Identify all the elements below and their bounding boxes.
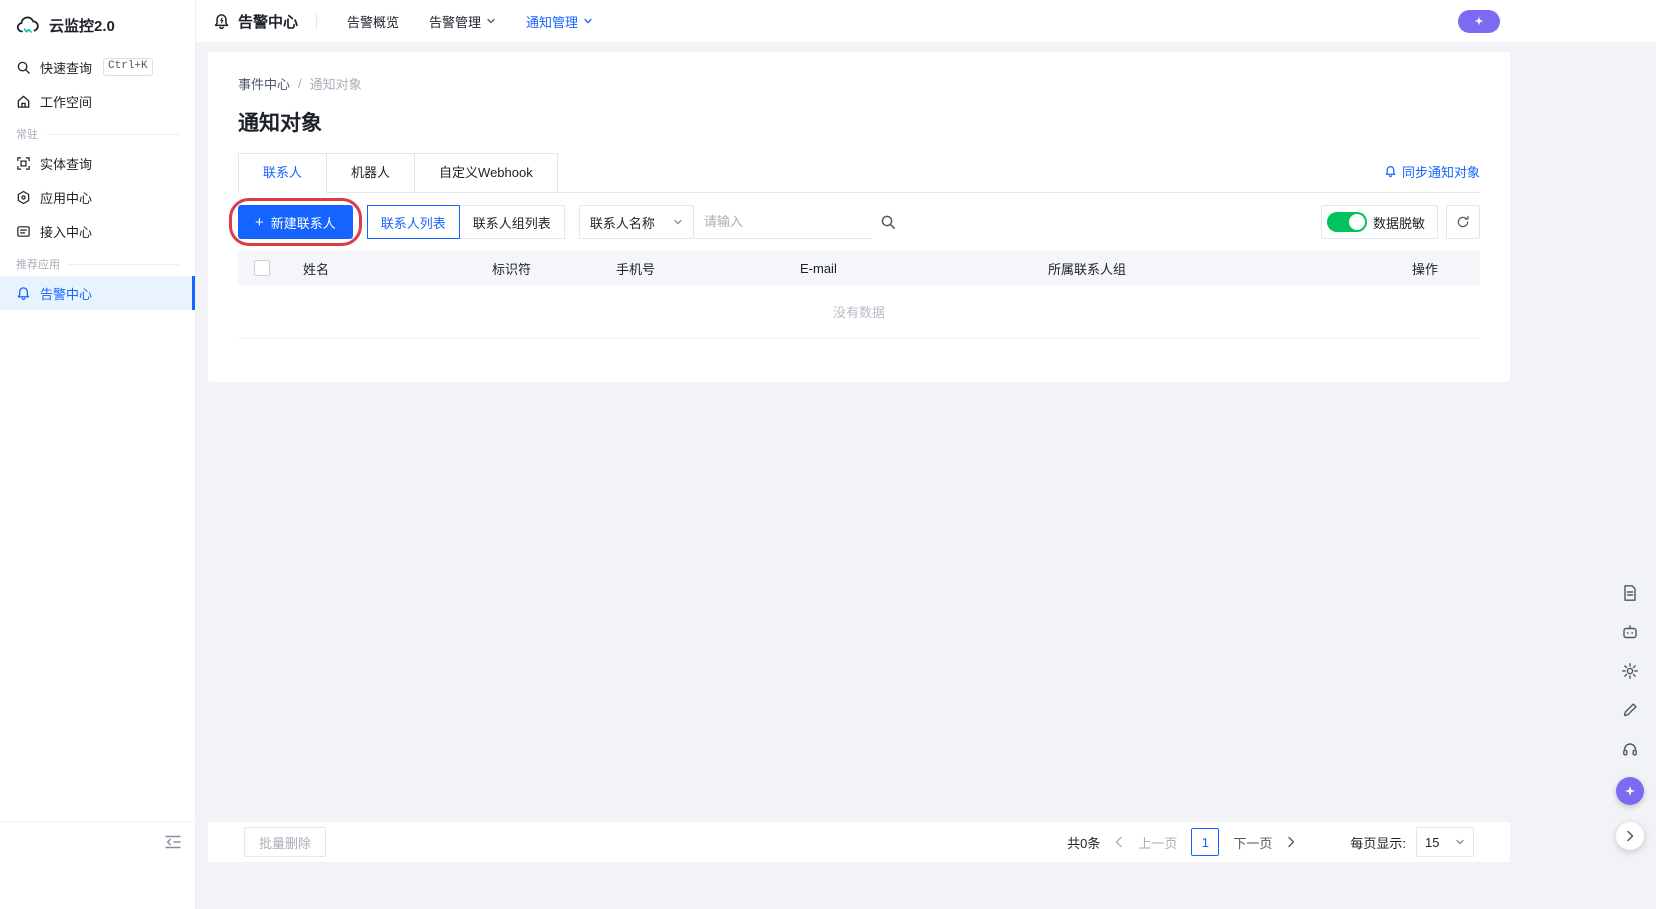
document-icon[interactable]	[1619, 582, 1641, 604]
headset-icon[interactable]	[1619, 738, 1641, 760]
filter-field-select[interactable]: 联系人名称	[578, 205, 694, 239]
sidebar-section-resident: 常驻	[0, 122, 195, 146]
sidebar-item-app-center[interactable]: 应用中心	[0, 180, 195, 214]
pagination: 共0条 上一页 1 下一页 每页显示: 15	[1067, 827, 1474, 857]
top-bar: 告警中心 告警概览 告警管理 通知管理	[196, 0, 1656, 42]
app-logo: 云监控2.0	[0, 0, 195, 50]
logo-cloud-icon	[16, 16, 40, 35]
current-page-button[interactable]: 1	[1191, 828, 1220, 856]
sidebar-item-entity-query[interactable]: 实体查询	[0, 146, 195, 180]
section-divider	[68, 263, 179, 265]
gear-icon[interactable]	[1619, 660, 1641, 682]
alarm-bell-icon	[16, 286, 31, 301]
tab-custom-webhook[interactable]: 自定义Webhook	[414, 153, 558, 193]
entity-icon	[16, 156, 31, 171]
chevron-down-icon	[673, 217, 683, 227]
home-icon	[16, 94, 31, 109]
breadcrumb-separator: /	[298, 76, 302, 91]
sidebar-item-label: 实体查询	[40, 156, 93, 172]
search-button[interactable]	[872, 205, 904, 239]
per-page-control: 每页显示: 15	[1350, 827, 1474, 857]
table-header-row: 姓名 标识符 手机号 E-mail 所属联系人组 操作	[238, 251, 1480, 285]
column-actions: 操作	[1411, 261, 1438, 277]
nav-alarm-management[interactable]: 告警管理	[429, 12, 496, 31]
search-icon	[16, 60, 31, 75]
sidebar-footer	[0, 821, 195, 909]
sidebar-item-label: 工作空间	[40, 94, 93, 110]
search-input[interactable]	[693, 205, 872, 239]
breadcrumb-current: 通知对象	[309, 77, 362, 92]
tab-robots[interactable]: 机器人	[326, 153, 416, 193]
column-email: E-mail	[800, 260, 837, 276]
table-empty-state: 没有数据	[238, 285, 1480, 339]
total-count: 共0条	[1067, 835, 1101, 851]
prev-page-button[interactable]: 上一页	[1138, 833, 1177, 852]
quick-search-label: 快速查询	[40, 60, 93, 76]
next-page-chevron-icon[interactable]	[1286, 836, 1296, 848]
access-center-icon	[16, 224, 31, 239]
section-divider	[46, 133, 179, 135]
sidebar-item-workspace[interactable]: 工作空间	[0, 84, 195, 118]
sparkle-icon	[1473, 15, 1485, 27]
contact-group-list-button[interactable]: 联系人组列表	[458, 205, 565, 239]
chevron-down-icon	[1455, 837, 1465, 847]
next-page-button[interactable]: 下一页	[1233, 833, 1272, 852]
view-switch-group: 联系人列表 联系人组列表	[366, 205, 565, 239]
chevron-down-icon	[583, 16, 593, 26]
contact-list-button[interactable]: 联系人列表	[366, 205, 460, 239]
app-logo-text: 云监控2.0	[49, 17, 115, 35]
prev-page-chevron-icon[interactable]	[1114, 836, 1124, 848]
refresh-button[interactable]	[1446, 205, 1480, 239]
breadcrumb-parent[interactable]: 事件中心	[238, 74, 290, 93]
tab-bar: 联系人 机器人 自定义Webhook 同步通知对象	[238, 153, 1480, 193]
app-center-icon	[16, 190, 31, 205]
pagination-bar: 批量删除 共0条 上一页 1 下一页 每页显示: 15	[208, 822, 1510, 862]
sidebar-item-label: 接入中心	[40, 224, 93, 240]
create-contact-button[interactable]: + 新建联系人	[238, 205, 353, 239]
content-area: 事件中心 / 通知对象 通知对象 联系人 机器人 自定义Webhook 同步通知…	[196, 42, 1656, 909]
collapse-sidebar-icon[interactable]	[165, 835, 181, 849]
table-header-cell	[238, 260, 303, 276]
per-page-select[interactable]: 15	[1416, 827, 1474, 857]
plus-icon: +	[255, 213, 264, 231]
sidebar: 云监控2.0 快速查询 Ctrl+K 工作空间 常驻 实体查询 应用中心 接入中…	[0, 0, 196, 909]
sidebar-item-label: 告警中心	[40, 286, 93, 302]
expand-panel-button[interactable]	[1616, 822, 1644, 850]
header-app-title: 告警中心	[213, 11, 298, 32]
quick-search[interactable]: 快速查询 Ctrl+K	[0, 50, 195, 84]
breadcrumb: 事件中心 / 通知对象	[238, 74, 1480, 93]
sidebar-item-alarm-center[interactable]: 告警中心	[0, 276, 195, 310]
pencil-icon[interactable]	[1619, 699, 1641, 721]
data-mask-toggle[interactable]	[1326, 212, 1367, 232]
sync-notification-link[interactable]: 同步通知对象	[1384, 162, 1480, 193]
sidebar-item-label: 应用中心	[40, 190, 93, 206]
right-float-toolbar	[1616, 582, 1644, 850]
header-nav: 告警概览 告警管理 通知管理	[317, 12, 593, 31]
batch-delete-button[interactable]: 批量删除	[244, 827, 327, 857]
tab-contacts[interactable]: 联系人	[238, 153, 328, 193]
shortcut-badge: Ctrl+K	[103, 58, 153, 76]
per-page-label: 每页显示:	[1350, 835, 1406, 851]
toolbar: + 新建联系人 联系人列表 联系人组列表 联系人名称 请输入 数据脱敏	[229, 198, 1480, 246]
column-phone: 手机号	[616, 261, 656, 277]
nav-alarm-overview[interactable]: 告警概览	[347, 12, 399, 31]
column-name: 姓名	[303, 261, 330, 277]
column-contact-group: 所属联系人组	[1048, 261, 1127, 277]
column-identifier: 标识符	[492, 261, 532, 277]
assistant-pill-button[interactable]	[1458, 9, 1500, 33]
page-title: 通知对象	[238, 112, 322, 135]
main-card: 事件中心 / 通知对象 通知对象 联系人 机器人 自定义Webhook 同步通知…	[208, 52, 1510, 382]
ai-assistant-button[interactable]	[1616, 777, 1644, 805]
robot-icon[interactable]	[1619, 621, 1641, 643]
sync-bell-icon	[1384, 165, 1397, 178]
data-mask-label: 数据脱敏	[1372, 215, 1425, 231]
nav-notification-management[interactable]: 通知管理	[526, 12, 593, 31]
data-mask-control: 数据脱敏	[1320, 205, 1438, 239]
chevron-down-icon	[486, 16, 496, 26]
sidebar-section-recommended: 推荐应用	[0, 252, 195, 276]
sidebar-item-access-center[interactable]: 接入中心	[0, 214, 195, 248]
select-all-checkbox[interactable]	[254, 260, 270, 276]
bell-icon	[213, 13, 230, 30]
create-contact-wrap: + 新建联系人	[229, 198, 362, 246]
